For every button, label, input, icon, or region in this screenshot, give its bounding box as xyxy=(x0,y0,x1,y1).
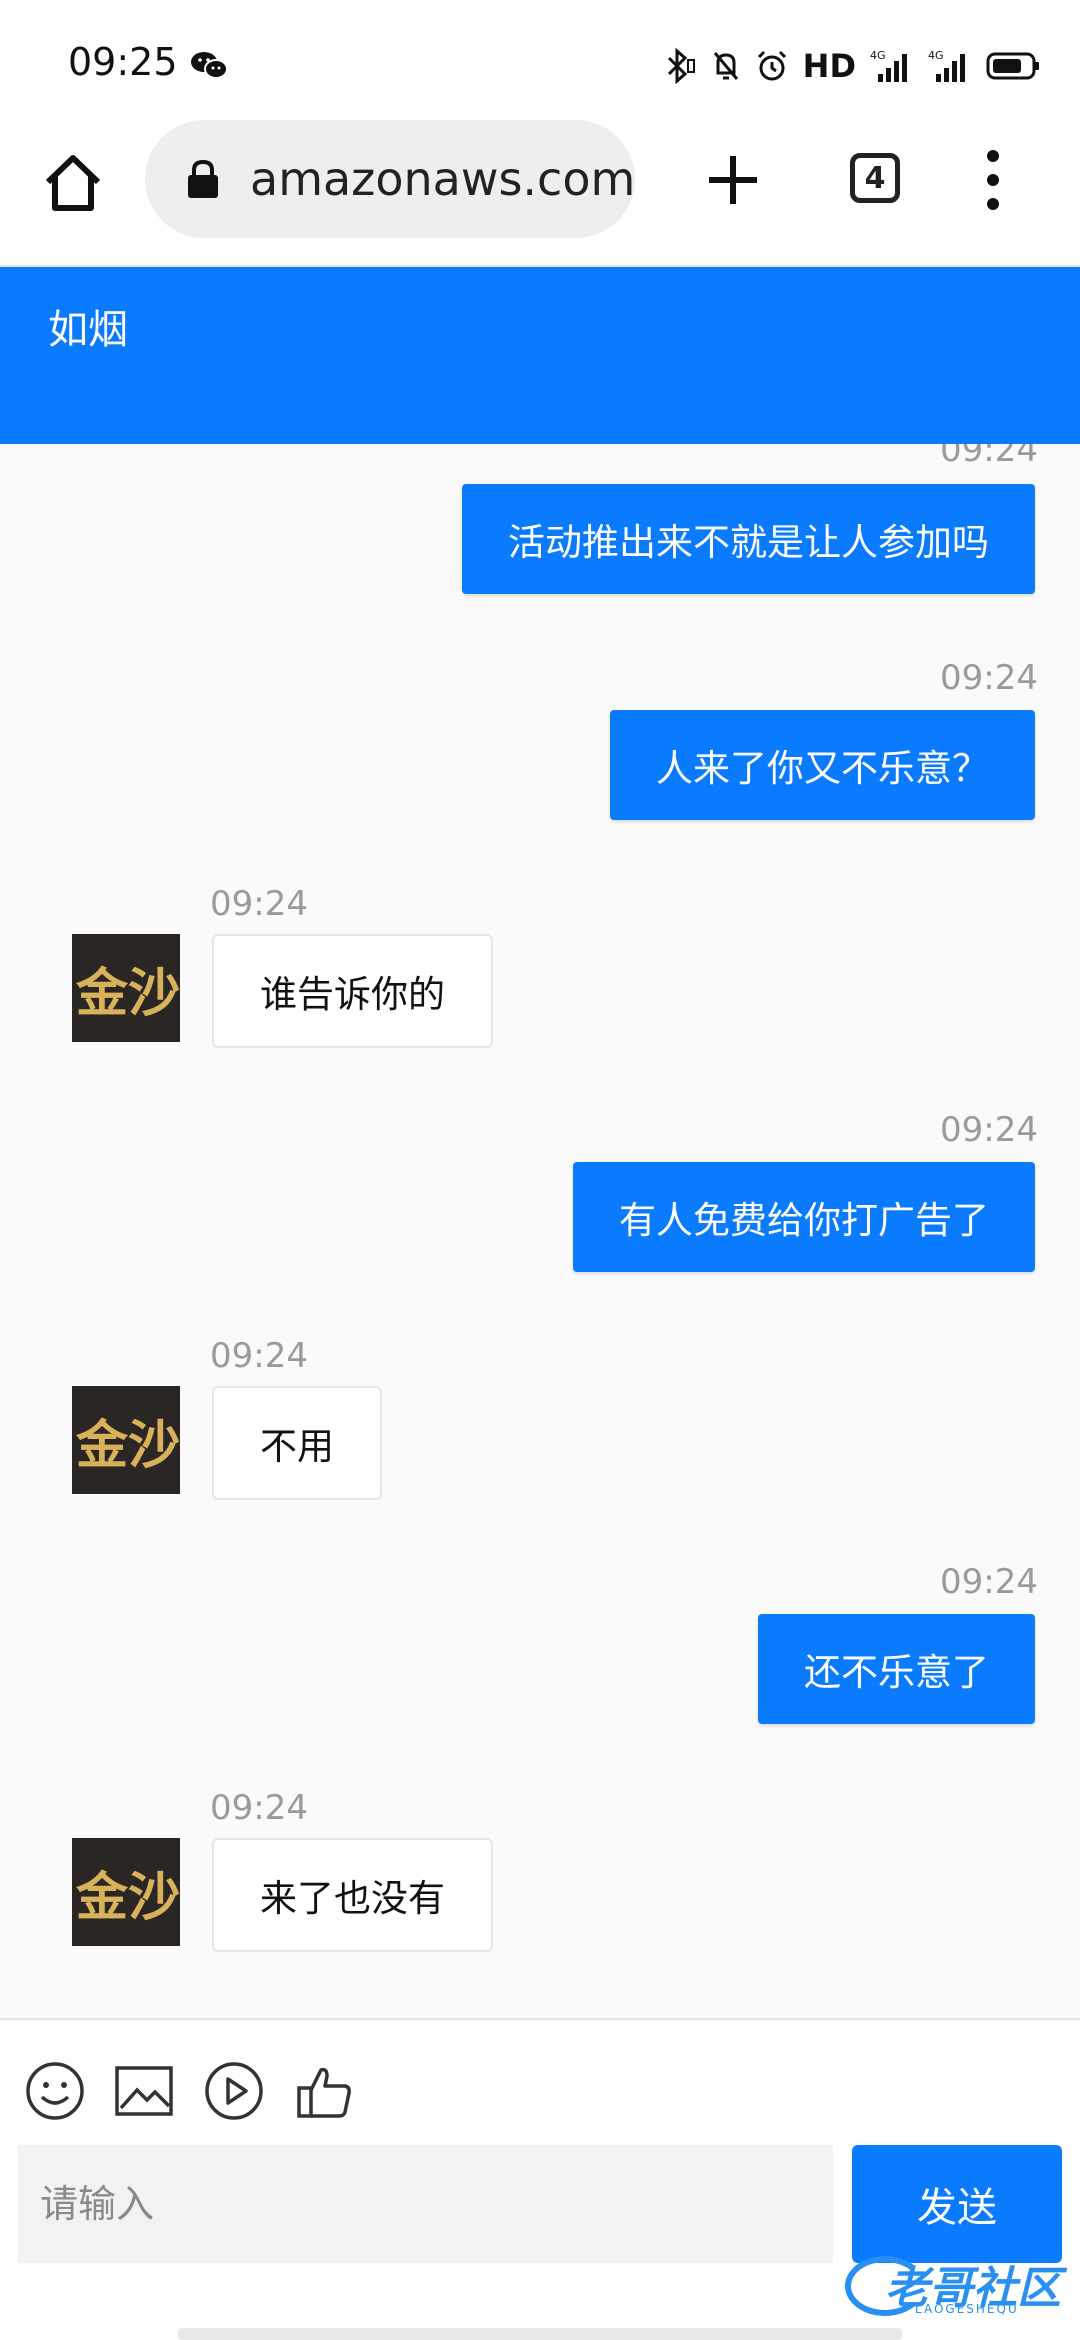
status-icons: HD 4G 4G xyxy=(663,46,1040,86)
emoji-icon[interactable] xyxy=(24,2060,86,2122)
video-icon[interactable] xyxy=(203,2060,265,2122)
message-bubble-sent[interactable]: 还不乐意了 xyxy=(758,1614,1035,1724)
message-bubble-received[interactable]: 来了也没有 xyxy=(212,1838,493,1952)
message-bubble-sent[interactable]: 人来了你又不乐意？ xyxy=(610,710,1035,820)
message-time: 09:24 xyxy=(210,1336,308,1376)
status-time: 09:25 xyxy=(68,40,178,84)
chat-header: 如烟 xyxy=(0,267,1080,444)
battery-icon xyxy=(986,52,1039,80)
new-tab-icon[interactable] xyxy=(705,152,761,208)
alarm-icon xyxy=(757,50,786,81)
message-input[interactable] xyxy=(18,2145,833,2263)
message-bubble-received[interactable]: 不用 xyxy=(212,1386,382,1500)
status-bar: 09:25 HD 4G 4G xyxy=(0,0,1080,120)
like-icon[interactable] xyxy=(293,2060,355,2122)
address-bar[interactable]: amazonaws.com xyxy=(145,120,635,238)
message-time: 09:24 xyxy=(940,1562,1038,1602)
message-bubble-received[interactable]: 谁告诉你的 xyxy=(212,934,493,1048)
message-time: 09:24 xyxy=(210,884,308,924)
watermark-subtext: LAOGESHEQU xyxy=(915,2302,1019,2316)
url-text: amazonaws.com xyxy=(250,152,636,206)
more-menu-icon[interactable] xyxy=(985,148,1001,212)
watermark-logo: 老哥社区 LAOGESHEQU xyxy=(845,2250,1065,2330)
image-icon[interactable] xyxy=(113,2060,175,2122)
navigation-bar xyxy=(178,2328,902,2340)
network-label-1: 4G xyxy=(870,49,886,62)
home-icon[interactable] xyxy=(40,150,106,216)
message-time: 09:24 xyxy=(940,444,1038,470)
avatar[interactable]: 金沙 xyxy=(72,1386,180,1494)
network-label-2: 4G xyxy=(928,49,944,62)
signal-icon-1: 4G xyxy=(870,49,907,82)
message-time: 09:24 xyxy=(940,1110,1038,1150)
wechat-icon xyxy=(191,52,228,79)
send-button[interactable]: 发送 xyxy=(852,2145,1062,2263)
avatar[interactable]: 金沙 xyxy=(72,934,180,1042)
message-bubble-sent[interactable]: 有人免费给你打广告了 xyxy=(573,1162,1035,1272)
bluetooth-icon xyxy=(667,48,695,84)
hd-label: HD xyxy=(802,47,856,85)
avatar[interactable]: 金沙 xyxy=(72,1838,180,1946)
message-list[interactable]: 09:24 活动推出来不就是让人参加吗 09:24 人来了你又不乐意？ 09:2… xyxy=(0,444,1080,2018)
signal-icon-2: 4G xyxy=(928,49,965,82)
mute-bell-icon xyxy=(713,52,738,80)
message-time: 09:24 xyxy=(940,658,1038,698)
message-time: 09:24 xyxy=(210,1788,308,1828)
tab-switcher-button[interactable]: 4 xyxy=(850,153,900,203)
message-bubble-sent[interactable]: 活动推出来不就是让人参加吗 xyxy=(462,484,1035,594)
browser-toolbar: amazonaws.com 4 xyxy=(0,120,1080,267)
lock-icon xyxy=(188,159,218,198)
chat-title: 如烟 xyxy=(48,307,128,353)
